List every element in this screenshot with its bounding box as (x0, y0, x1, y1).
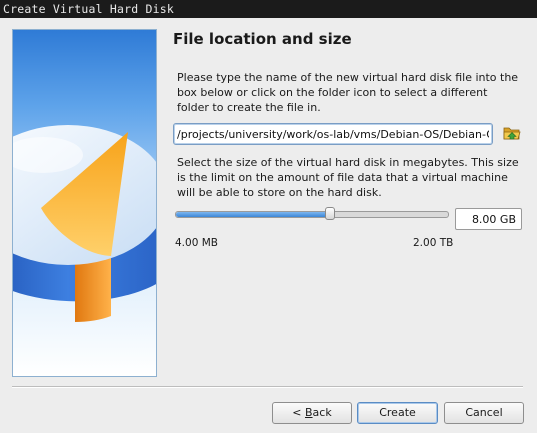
create-button[interactable]: Create (357, 402, 438, 424)
slider-fill (176, 212, 331, 217)
back-mnemonic: B (305, 406, 313, 419)
slider-max-label: 2.00 TB (413, 237, 454, 249)
page-title: File location and size (173, 30, 352, 48)
cancel-button[interactable]: Cancel (444, 402, 524, 424)
wizard-banner-image (12, 29, 157, 377)
back-rest: ack (312, 406, 332, 419)
button-separator (12, 386, 523, 388)
folder-open-icon (503, 127, 521, 140)
window-title: Create Virtual Hard Disk (0, 0, 537, 18)
hard-disk-illustration (13, 125, 156, 322)
choose-folder-button[interactable] (502, 123, 522, 143)
slider-min-label: 4.00 MB (175, 237, 218, 249)
back-prefix: < (292, 406, 305, 419)
disk-size-input[interactable] (455, 208, 522, 230)
back-button[interactable]: < Back (272, 402, 352, 424)
file-location-input[interactable] (173, 123, 493, 145)
slider-thumb[interactable] (325, 207, 335, 220)
size-description: Select the size of the virtual hard disk… (177, 156, 519, 199)
location-description: Please type the name of the new virtual … (177, 71, 519, 114)
disk-size-slider[interactable] (175, 206, 449, 224)
